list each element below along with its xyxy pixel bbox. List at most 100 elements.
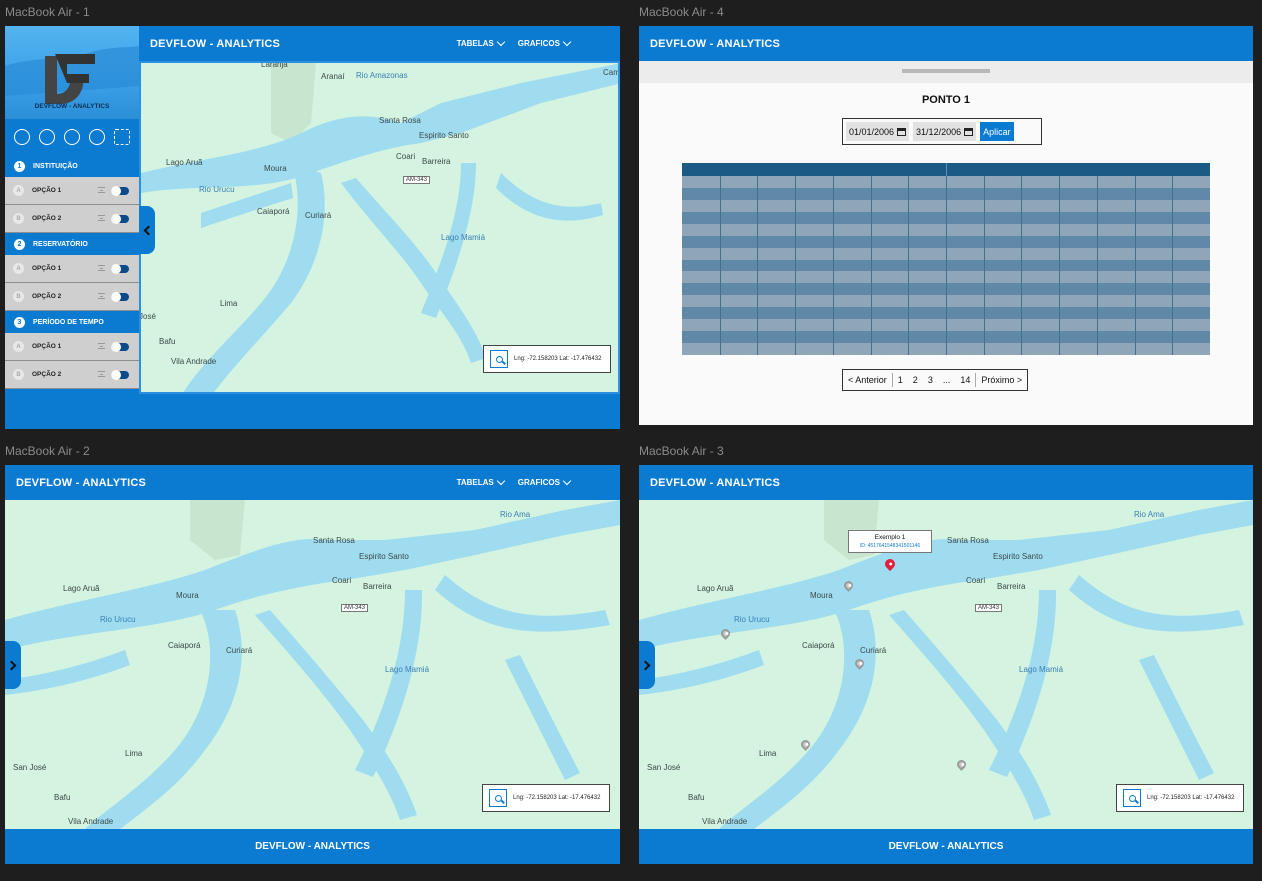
graficos-menu[interactable]: GRAFICOS — [517, 476, 572, 487]
expand-sidebar-button[interactable] — [5, 641, 21, 689]
top-bar: DEVFLOW - ANALYTICS — [639, 26, 1253, 61]
road-badge: AM-343 — [341, 604, 369, 612]
graficos-menu[interactable]: GRAFICOS — [517, 37, 572, 48]
calendar-icon — [897, 127, 907, 136]
filter-icon[interactable] — [98, 215, 105, 221]
place-coari: Coari — [332, 576, 352, 585]
option-toggle[interactable] — [111, 342, 129, 352]
option-label: OPÇÃO 1 — [32, 187, 62, 194]
chevron-left-icon — [143, 225, 154, 235]
page-14-button[interactable]: 14 — [955, 375, 975, 385]
footer: DEVFLOW - ANALYTICS — [5, 829, 620, 864]
zoom-in-icon[interactable] — [89, 129, 106, 145]
download-icon[interactable] — [38, 129, 55, 145]
option-label: OPÇÃO 2 — [32, 293, 62, 300]
start-date-input[interactable]: 01/01/2006 — [846, 122, 910, 141]
place-santa-rosa: Santa Rosa — [947, 536, 989, 545]
column-divider — [1134, 176, 1136, 355]
filter-icon[interactable] — [98, 371, 105, 377]
frame-macbook-air-1: DEVFLOW - ANALYTICS TABELAS GRAFICOS Lar… — [5, 26, 620, 429]
place-vila-andrade: Vila Andrade — [702, 817, 748, 826]
section-periodo[interactable]: 3 PERÍODO DE TEMPO — [5, 311, 139, 333]
tabelas-menu[interactable]: TABELAS — [457, 476, 506, 487]
bottom-bar — [139, 394, 620, 429]
top-bar: DEVFLOW - ANALYTICS — [639, 465, 1253, 500]
option-row[interactable]: A OPÇÃO 1 — [5, 177, 139, 205]
option-row[interactable]: B OPÇÃO 2 — [5, 205, 139, 233]
option-letter: A — [13, 263, 24, 274]
coordinate-box: Lng: -72.158203 Lat: -17.476432 — [482, 784, 610, 812]
frame-label-3: MacBook Air - 3 — [639, 444, 724, 458]
option-row[interactable]: B OPÇÃO 2 — [5, 361, 139, 389]
option-letter: A — [13, 341, 24, 352]
popup-id: ID: 4517641548341501146 — [859, 543, 921, 549]
graficos-label: GRAFICOS — [517, 39, 560, 48]
prev-page-button[interactable]: < Anterior — [843, 375, 892, 385]
end-date-input[interactable]: 31/12/2006 — [913, 122, 977, 141]
tabelas-menu[interactable]: TABELAS — [457, 37, 506, 48]
option-toggle[interactable] — [111, 186, 129, 196]
next-page-button[interactable]: Próximo > — [976, 375, 1027, 385]
place-lima: Lima — [759, 749, 777, 758]
popup-title: Exemplo 1 — [874, 534, 906, 541]
place-lima: Lima — [220, 299, 238, 308]
frame-macbook-air-4: DEVFLOW - ANALYTICS PONTO 1 01/01/2006 3… — [639, 26, 1253, 425]
place-aranai: Aranaí — [321, 72, 345, 81]
road-badge: AM-343 — [403, 176, 431, 184]
coord-search-button[interactable] — [490, 350, 508, 368]
date-filter: 01/01/2006 31/12/2006 Aplicar — [842, 118, 1042, 145]
compass-icon[interactable] — [13, 129, 30, 145]
frame-label-1: MacBook Air - 1 — [5, 5, 90, 19]
zoom-out-icon[interactable] — [63, 129, 80, 145]
frame-label-4: MacBook Air - 4 — [639, 5, 724, 19]
expand-sidebar-button[interactable] — [639, 641, 655, 689]
option-label: OPÇÃO 1 — [32, 265, 62, 272]
column-divider — [795, 176, 797, 355]
option-row[interactable]: A OPÇÃO 1 — [5, 333, 139, 361]
option-toggle[interactable] — [111, 370, 129, 380]
map-view[interactable]: Laranja Aranaí Rio Amazonas Cam Santa Ro… — [139, 61, 620, 394]
drag-strip — [639, 61, 1253, 83]
apply-button[interactable]: Aplicar — [980, 122, 1014, 141]
page-3-button[interactable]: 3 — [923, 375, 938, 385]
map-view[interactable]: Rio Ama Santa Rosa Espirito Santo Coari … — [639, 500, 1253, 829]
marker-popup: Exemplo 1 ID: 4517641548341501146 — [848, 530, 932, 553]
place-curiara: Curiará — [226, 646, 253, 655]
chevron-down-icon — [496, 37, 506, 47]
map-water-shapes — [5, 500, 620, 829]
collapse-sidebar-button[interactable] — [139, 206, 155, 254]
calendar-icon — [964, 127, 974, 136]
filter-icon[interactable] — [98, 293, 105, 299]
section-instituicao[interactable]: 1 INSTITUIÇÃO — [5, 155, 139, 177]
option-toggle[interactable] — [111, 292, 129, 302]
place-vila-andrade: Vila Andrade — [171, 357, 217, 366]
graficos-label: GRAFICOS — [517, 478, 560, 487]
option-toggle[interactable] — [111, 214, 129, 224]
place-jose: José — [139, 312, 156, 321]
section-reservatorio[interactable]: 2 RESERVATÓRIO — [5, 233, 139, 255]
place-lago-mamia: Lago Mamiá — [385, 665, 430, 674]
section-number: 2 — [14, 238, 25, 250]
coord-search-button[interactable] — [489, 789, 507, 807]
map-view[interactable]: Rio Ama Santa Rosa Espirito Santo Coari … — [5, 500, 620, 829]
filter-icon[interactable] — [98, 343, 105, 349]
filter-icon[interactable] — [98, 265, 105, 271]
place-lago-mamia: Lago Mamiá — [441, 233, 486, 242]
place-rio-urucu: Rio Urucu — [100, 615, 136, 624]
page-1-button[interactable]: 1 — [893, 375, 908, 385]
start-date-value: 01/01/2006 — [849, 126, 895, 137]
place-moura: Moura — [810, 591, 833, 600]
option-row[interactable]: B OPÇÃO 2 — [5, 283, 139, 311]
place-bafu: Bafu — [688, 793, 705, 802]
option-row[interactable]: A OPÇÃO 1 — [5, 255, 139, 283]
end-date-value: 31/12/2006 — [916, 126, 962, 137]
option-letter: B — [13, 369, 24, 380]
place-lago-mamia: Lago Mamiá — [1019, 665, 1064, 674]
filter-icon[interactable] — [98, 187, 105, 193]
option-toggle[interactable] — [111, 264, 129, 274]
fullscreen-icon[interactable] — [114, 129, 131, 145]
brand-label: DEVFLOW - ANALYTICS — [34, 103, 110, 110]
coord-search-button[interactable] — [1123, 789, 1141, 807]
page-2-button[interactable]: 2 — [908, 375, 923, 385]
drag-handle[interactable] — [902, 69, 990, 73]
